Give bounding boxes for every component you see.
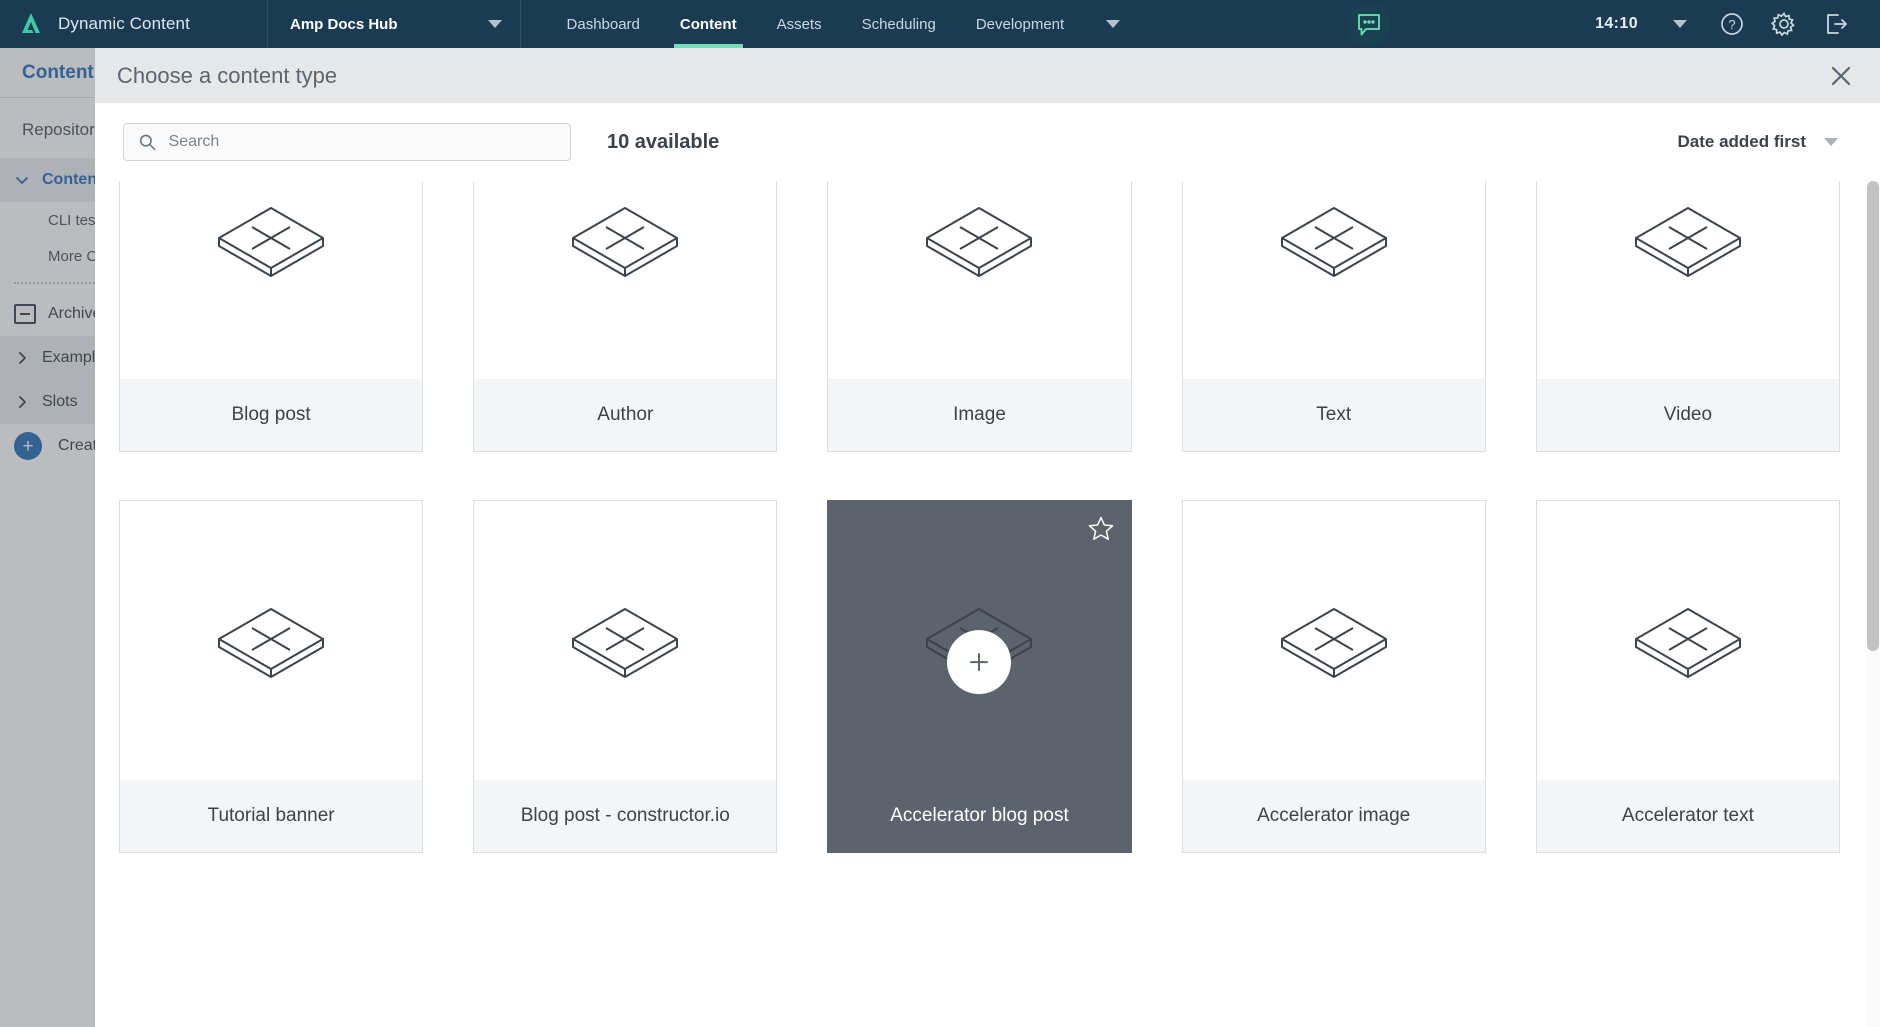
help-button[interactable]: ?	[1706, 0, 1758, 48]
content-type-card-selected[interactable]: Accelerator blog post	[827, 500, 1132, 853]
plus-icon	[970, 652, 989, 671]
card-artwork	[1183, 181, 1485, 379]
nav-tabs: Dashboard Content Assets Scheduling Deve…	[521, 0, 1143, 48]
gear-icon	[1771, 12, 1795, 37]
project-name: Amp Docs Hub	[290, 15, 398, 33]
card-label: Accelerator blog post	[828, 780, 1131, 852]
dialog-title: Choose a content type	[117, 62, 338, 88]
chat-area	[1346, 0, 1391, 48]
chat-bubble-icon	[1357, 14, 1380, 36]
chevron-down-icon	[487, 20, 502, 28]
search-input[interactable]	[168, 133, 556, 151]
tab-scheduling[interactable]: Scheduling	[842, 0, 956, 48]
search-field[interactable]	[123, 123, 571, 161]
card-artwork	[474, 501, 776, 780]
amplience-logo-icon	[22, 13, 40, 33]
content-type-card[interactable]: Blog post - constructor.io	[473, 500, 778, 853]
card-artwork	[828, 501, 1130, 780]
dialog-toolbar: 10 available Date added first	[95, 103, 1880, 181]
choose-content-type-dialog: Choose a content type 10 available Date …	[95, 48, 1880, 1027]
svg-text:?: ?	[1728, 17, 1735, 32]
content-type-card[interactable]: Accelerator text	[1535, 500, 1840, 853]
nav-overflow-button[interactable]	[1084, 0, 1142, 48]
tab-dashboard[interactable]: Dashboard	[547, 0, 660, 48]
card-artwork	[120, 501, 422, 780]
star-outline-icon[interactable]	[1087, 515, 1115, 543]
chevron-down-icon	[1673, 20, 1687, 28]
content-type-grid: Blog post Author Image Text Video Tutori…	[119, 181, 1840, 853]
content-type-card[interactable]: Author	[473, 181, 778, 452]
close-button[interactable]	[1824, 59, 1858, 93]
dialog-header: Choose a content type	[95, 48, 1880, 103]
logout-button[interactable]	[1810, 0, 1862, 48]
card-artwork	[828, 181, 1130, 379]
card-label: Blog post - constructor.io	[474, 780, 777, 852]
content-type-card[interactable]: Accelerator image	[1181, 500, 1486, 853]
help-circle-icon: ?	[1721, 13, 1743, 35]
brand-area[interactable]: Dynamic Content	[0, 0, 268, 48]
content-type-card[interactable]: Image	[827, 181, 1132, 452]
isometric-slab-icon	[572, 607, 679, 678]
tab-assets[interactable]: Assets	[757, 0, 842, 48]
card-artwork	[120, 181, 422, 379]
clock-dropdown-button[interactable]	[1654, 0, 1706, 48]
grid-scrollbar-thumb[interactable]	[1867, 181, 1879, 651]
tab-development[interactable]: Development	[956, 0, 1084, 48]
card-artwork	[474, 181, 776, 379]
card-artwork	[1183, 501, 1485, 780]
card-label: Accelerator text	[1536, 780, 1839, 852]
settings-button[interactable]	[1758, 0, 1810, 48]
card-label: Blog post	[120, 379, 423, 451]
sign-out-icon	[1827, 14, 1847, 34]
isometric-slab-icon	[1634, 607, 1741, 678]
card-artwork	[1537, 181, 1839, 379]
top-navigation-bar: Dynamic Content Amp Docs Hub Dashboard C…	[0, 0, 1880, 48]
nav-right-group: 14:10 ?	[1595, 0, 1880, 48]
available-count-label: 10 available	[607, 130, 720, 153]
isometric-slab-icon	[926, 206, 1033, 277]
content-type-card[interactable]: Blog post	[119, 181, 424, 452]
isometric-slab-icon	[572, 206, 679, 277]
content-type-card[interactable]: Video	[1535, 181, 1840, 452]
content-type-card[interactable]: Tutorial banner	[119, 500, 424, 853]
app-root: Dynamic Content Amp Docs Hub Dashboard C…	[0, 0, 1880, 1027]
project-selector[interactable]: Amp Docs Hub	[268, 0, 521, 48]
chevron-down-icon	[1824, 138, 1838, 146]
content-type-grid-scroll: Blog post Author Image Text Video Tutori…	[95, 181, 1880, 1027]
sort-dropdown[interactable]: Date added first	[1678, 132, 1838, 152]
add-content-button[interactable]	[947, 629, 1012, 694]
card-label: Video	[1536, 379, 1839, 451]
nav-spacer-2	[1391, 0, 1595, 48]
card-label: Accelerator image	[1182, 780, 1485, 852]
content-type-card[interactable]: Text	[1181, 181, 1486, 452]
clock-label: 14:10	[1595, 15, 1638, 32]
sort-label: Date added first	[1677, 132, 1806, 151]
card-label: Author	[474, 379, 777, 451]
isometric-slab-icon	[1634, 206, 1741, 277]
search-icon	[139, 134, 156, 151]
card-label: Text	[1182, 379, 1485, 451]
chat-button[interactable]	[1346, 3, 1391, 47]
isometric-slab-icon	[1280, 607, 1387, 678]
card-label: Image	[828, 379, 1131, 451]
grid-scrollbar-track[interactable]	[1866, 181, 1880, 1027]
isometric-slab-icon	[218, 206, 325, 277]
isometric-slab-icon	[218, 607, 325, 678]
content-type-grid-container: Blog post Author Image Text Video Tutori…	[95, 181, 1880, 1027]
tab-content[interactable]: Content	[660, 0, 757, 48]
card-label: Tutorial banner	[120, 780, 423, 852]
close-icon	[1831, 66, 1851, 85]
chevron-down-icon	[1106, 20, 1121, 28]
card-artwork	[1537, 501, 1839, 780]
isometric-slab-icon	[1280, 206, 1387, 277]
brand-name: Dynamic Content	[58, 14, 190, 33]
